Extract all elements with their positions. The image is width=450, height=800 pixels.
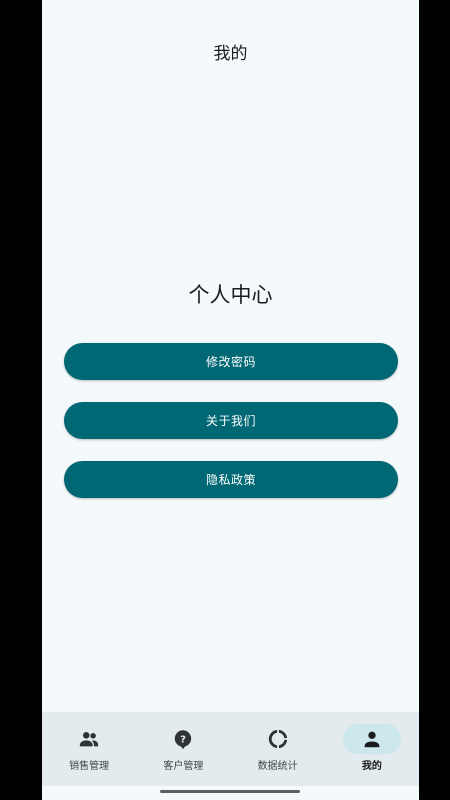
screen: 我的 个人中心 修改密码 关于我们 隐私政策 销售管理 ? 客户管理 数据统计 … <box>42 0 419 800</box>
about-us-button[interactable]: 关于我们 <box>64 402 398 439</box>
privacy-policy-button[interactable]: 隐私政策 <box>64 461 398 498</box>
section-title: 个人中心 <box>188 283 273 307</box>
bottom-navigation: 销售管理 ? 客户管理 数据统计 我的 <box>42 712 419 786</box>
people-icon <box>78 728 100 750</box>
nav-label-sales: 销售管理 <box>69 761 110 772</box>
nav-label-mine: 我的 <box>361 761 382 772</box>
help-bubble-icon: ? <box>172 728 194 750</box>
nav-item-sales[interactable]: 销售管理 <box>42 712 136 786</box>
change-password-button[interactable]: 修改密码 <box>64 343 398 380</box>
nav-label-customers: 客户管理 <box>163 761 204 772</box>
home-gesture-bar[interactable] <box>160 790 300 793</box>
nav-label-statistics: 数据统计 <box>257 761 298 772</box>
nav-item-mine[interactable]: 我的 <box>325 712 419 786</box>
gesture-area <box>42 786 419 800</box>
nav-item-customers[interactable]: ? 客户管理 <box>136 712 230 786</box>
svg-text:?: ? <box>180 735 186 746</box>
donut-chart-icon <box>267 728 289 750</box>
nav-item-statistics[interactable]: 数据统计 <box>231 712 325 786</box>
page-title: 我的 <box>213 44 248 64</box>
person-icon <box>361 728 383 750</box>
